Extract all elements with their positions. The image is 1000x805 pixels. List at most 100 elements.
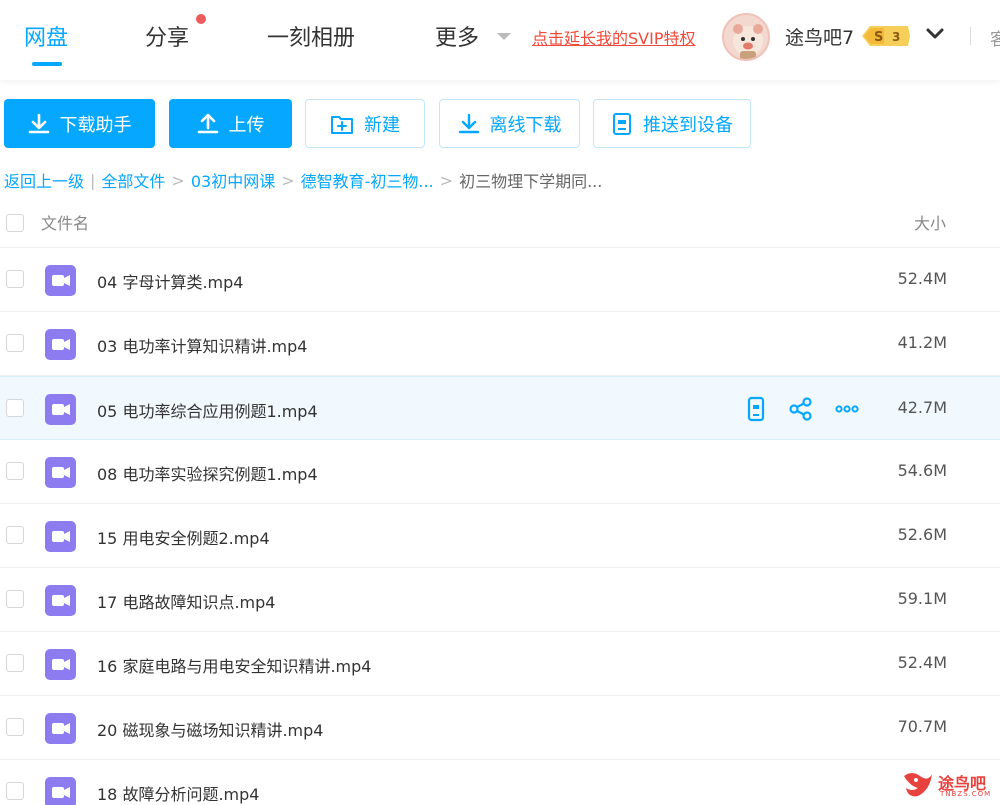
file-name[interactable]: 15 用电安全例题2.mp4: [97, 525, 270, 549]
tab-yike-album-label: 一刻相册: [267, 26, 356, 51]
username[interactable]: 途鸟吧7: [785, 23, 854, 50]
video-file-icon: [45, 649, 76, 680]
breadcrumb-back-link[interactable]: 返回上一级: [4, 168, 84, 192]
video-file-icon: [45, 329, 76, 360]
watermark-subtext: TNBZS.COM: [940, 790, 992, 798]
tab-netdisk-label: 网盘: [24, 26, 69, 51]
file-name[interactable]: 05 电功率综合应用例题1.mp4: [97, 398, 318, 422]
push-to-device-label: 推送到设备: [643, 114, 733, 136]
row-checkbox[interactable]: [6, 526, 24, 544]
download-icon: [28, 113, 49, 133]
file-row[interactable]: 15 用电安全例题2.mp4 52.6M: [0, 504, 1000, 568]
video-file-icon: [45, 585, 76, 616]
column-header-size[interactable]: 大小: [914, 210, 946, 234]
row-checkbox[interactable]: [6, 462, 24, 480]
breadcrumb-separator: >: [281, 170, 295, 190]
file-name[interactable]: 20 磁现象与磁场知识精讲.mp4: [97, 717, 323, 741]
row-checkbox[interactable]: [6, 590, 24, 608]
file-name[interactable]: 16 家庭电路与用电安全知识精讲.mp4: [97, 653, 371, 677]
more-options-icon[interactable]: [834, 396, 860, 422]
avatar[interactable]: [722, 13, 770, 61]
file-row[interactable]: 16 家庭电路与用电安全知识精讲.mp4 52.4M: [0, 632, 1000, 696]
video-file-icon: [45, 777, 76, 805]
offline-download-icon: [458, 113, 479, 133]
file-size: 70.7M: [897, 717, 947, 736]
file-name[interactable]: 08 电功率实验探究例题1.mp4: [97, 461, 318, 485]
breadcrumb-current: 初三物理下学期同...: [459, 172, 603, 191]
breadcrumb-divider: |: [90, 170, 96, 190]
tab-share-label: 分享: [145, 26, 190, 51]
breadcrumb-item-provider[interactable]: 德智教育-初三物...: [301, 168, 434, 192]
file-size: 52.4M: [897, 653, 947, 672]
tab-yike-album[interactable]: 一刻相册: [267, 20, 355, 52]
row-checkbox[interactable]: [6, 334, 24, 352]
file-row[interactable]: 20 磁现象与磁场知识精讲.mp4 70.7M: [0, 696, 1000, 760]
tab-netdisk[interactable]: 网盘: [24, 20, 69, 66]
video-file-icon: [45, 521, 76, 552]
file-size: 54.6M: [897, 461, 947, 480]
row-checkbox[interactable]: [6, 270, 24, 288]
watermark-logo: 途鸟吧 TNBZS.COM: [900, 768, 996, 802]
file-name[interactable]: 18 故障分析问题.mp4: [97, 781, 259, 805]
video-file-icon: [45, 457, 76, 488]
column-header-name[interactable]: 文件名: [41, 210, 89, 234]
share-notification-dot: [196, 14, 206, 24]
more-dropdown-caret-icon[interactable]: [497, 33, 511, 40]
svip-renew-link[interactable]: 点击延长我的SVIP特权: [532, 25, 695, 49]
svg-text:3: 3: [892, 30, 900, 44]
new-folder-button[interactable]: 新建: [305, 99, 425, 148]
file-row[interactable]: 04 字母计算类.mp4 52.4M: [0, 248, 1000, 312]
video-file-icon: [45, 394, 76, 425]
offline-download-button[interactable]: 离线下载: [439, 99, 580, 148]
file-name[interactable]: 04 字母计算类.mp4: [97, 269, 243, 293]
tab-share[interactable]: 分享: [145, 20, 189, 52]
user-menu-chevron-down-icon[interactable]: [925, 24, 945, 44]
breadcrumb: 返回上一级 | 全部文件 > 03初中网课 > 德智教育-初三物... > 初三…: [4, 168, 602, 192]
breadcrumb-separator: >: [439, 170, 454, 190]
new-folder-icon: [331, 115, 353, 134]
offline-download-label: 离线下载: [489, 114, 562, 136]
svg-text:S: S: [874, 30, 883, 45]
upload-button[interactable]: 上传: [169, 99, 292, 148]
avatar-cartoon-icon: [733, 24, 763, 59]
push-to-device-icon[interactable]: [743, 396, 769, 422]
breadcrumb-separator: >: [171, 170, 185, 190]
row-checkbox[interactable]: [6, 399, 24, 417]
nav-clipped-item[interactable]: 客: [990, 25, 1000, 50]
active-tab-indicator: [32, 62, 62, 66]
svip-level-badge-icon: S 3: [862, 26, 910, 46]
top-nav: 网盘 分享 一刻相册 更多 点击延长我的SVIP特权 途鸟吧7 S 3 客: [0, 0, 1000, 80]
video-file-icon: [45, 713, 76, 744]
download-helper-button[interactable]: 下载助手: [4, 99, 155, 148]
device-icon: [613, 112, 631, 135]
row-checkbox[interactable]: [6, 654, 24, 672]
row-checkbox[interactable]: [6, 782, 24, 800]
file-size: 41.2M: [897, 333, 947, 352]
file-size: 42.7M: [897, 398, 947, 417]
new-folder-label: 新建: [364, 114, 400, 136]
file-name[interactable]: 03 电功率计算知识精讲.mp4: [97, 333, 307, 357]
download-helper-label: 下载助手: [59, 114, 132, 136]
breadcrumb-item-all-files[interactable]: 全部文件: [101, 168, 165, 192]
file-size: 59.1M: [897, 589, 947, 608]
push-to-device-button[interactable]: 推送到设备: [593, 99, 751, 148]
watermark-bird-icon: [904, 773, 932, 797]
row-checkbox[interactable]: [6, 718, 24, 736]
breadcrumb-item-course[interactable]: 03初中网课: [191, 168, 275, 192]
file-size: 52.6M: [897, 525, 947, 544]
select-all-checkbox[interactable]: [6, 214, 24, 232]
file-row[interactable]: 17 电路故障知识点.mp4 59.1M: [0, 568, 1000, 632]
file-row-hovered[interactable]: 05 电功率综合应用例题1.mp4 42.7M: [0, 376, 1000, 440]
video-file-icon: [45, 265, 76, 296]
tab-more-label: 更多: [435, 26, 480, 51]
nav-divider: [970, 27, 971, 45]
file-row[interactable]: 18 故障分析问题.mp4: [0, 760, 1000, 805]
share-icon[interactable]: [788, 396, 814, 422]
file-table-header: 文件名 大小: [0, 197, 1000, 248]
file-name[interactable]: 17 电路故障知识点.mp4: [97, 589, 275, 613]
file-size: 52.4M: [897, 269, 947, 288]
upload-icon: [197, 113, 218, 133]
file-row[interactable]: 03 电功率计算知识精讲.mp4 41.2M: [0, 312, 1000, 376]
file-row[interactable]: 08 电功率实验探究例题1.mp4 54.6M: [0, 440, 1000, 504]
tab-more[interactable]: 更多: [435, 20, 479, 52]
